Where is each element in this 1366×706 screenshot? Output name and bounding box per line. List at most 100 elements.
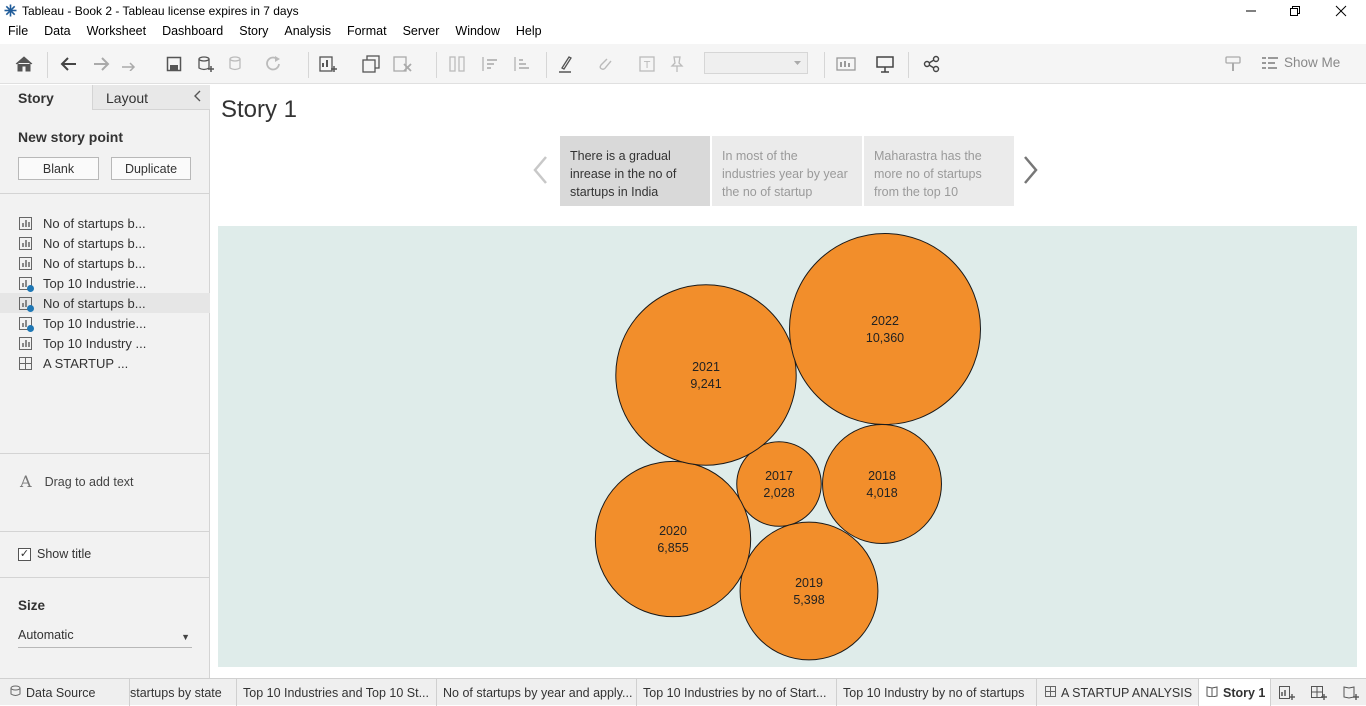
highlight-icon[interactable] [557, 54, 579, 74]
size-select[interactable]: Automatic ▼ [18, 628, 192, 648]
menu-dashboard[interactable]: Dashboard [162, 24, 223, 44]
tab-label: No of startups by year and apply... [443, 685, 633, 700]
tab-story-active[interactable]: Story 1 [1199, 679, 1271, 706]
show-cards-icon[interactable] [836, 54, 858, 74]
close-button[interactable] [1318, 0, 1364, 22]
bubble-mark[interactable] [594, 460, 752, 618]
duplicate-button[interactable]: Duplicate [111, 157, 191, 180]
pane-divider [0, 577, 210, 578]
new-data-source-icon[interactable] [195, 54, 217, 74]
tableau-logo-icon [4, 4, 17, 17]
undo-icon[interactable] [58, 54, 80, 74]
show-me-button[interactable]: Show Me [1262, 55, 1340, 70]
menu-format[interactable]: Format [347, 24, 387, 44]
tab-sheet[interactable]: Top 10 Industries by no of Start... [637, 679, 837, 706]
bubble-mark[interactable] [739, 521, 879, 661]
refresh-icon[interactable] [264, 54, 286, 74]
bubble-value-label: 5,398 [793, 593, 824, 607]
bubble-2021[interactable]: 2021 9,241 [615, 284, 797, 466]
story-title[interactable]: Story 1 [221, 96, 297, 124]
drag-to-add-text[interactable]: A Drag to add text [20, 472, 134, 491]
sheet-item[interactable]: A STARTUP ... [0, 353, 210, 373]
menu-server[interactable]: Server [403, 24, 440, 44]
bubble-2022[interactable]: 2022 10,360 [789, 233, 981, 425]
minimize-button[interactable] [1228, 0, 1274, 22]
bubble-mark[interactable] [615, 284, 797, 466]
pin-axes-icon[interactable] [666, 54, 688, 74]
new-worksheet-icon[interactable] [318, 54, 340, 74]
show-mark-labels-icon[interactable]: T [636, 54, 658, 74]
story-point-2[interactable]: In most of the industries year by year t… [712, 136, 862, 206]
tab-label: Data Source [26, 685, 96, 700]
show-title-checkbox[interactable]: ✓ Show title [18, 547, 91, 561]
bubble-mark[interactable] [822, 424, 942, 544]
tab-sheet[interactable]: Top 10 Industries and Top 10 St... [237, 679, 437, 706]
home-icon[interactable] [13, 54, 35, 74]
menu-analysis[interactable]: Analysis [284, 24, 331, 44]
duplicate-sheet-icon[interactable] [360, 54, 382, 74]
bubble-year-label: 2018 [868, 469, 896, 483]
toolbar: T Show Me [0, 44, 1366, 84]
sort-descending-icon[interactable] [510, 54, 532, 74]
new-story-tab-button[interactable] [1335, 679, 1366, 706]
worksheet-icon [19, 336, 32, 350]
presentation-mode-icon[interactable] [874, 54, 896, 74]
menu-worksheet[interactable]: Worksheet [87, 24, 147, 44]
swap-rows-columns-icon[interactable] [446, 54, 468, 74]
bubble-2019[interactable]: 2019 5,398 [739, 521, 879, 661]
tab-story[interactable]: Story [0, 85, 92, 110]
dashboard-icon [19, 356, 32, 370]
toolbar-separator [908, 52, 909, 78]
redo-icon[interactable] [90, 54, 112, 74]
previous-story-point-button[interactable] [530, 154, 550, 189]
menu-data[interactable]: Data [44, 24, 70, 44]
collapse-pane-icon[interactable] [193, 90, 201, 105]
sheet-item[interactable]: Top 10 Industry ... [0, 333, 210, 353]
tab-data-source[interactable]: Data Source [0, 679, 130, 706]
chevron-left-icon [533, 156, 547, 184]
tab-label: Top 10 Industry by no of startups [843, 685, 1025, 700]
save-icon[interactable] [163, 54, 185, 74]
tab-sheet[interactable]: startups by state [130, 679, 237, 706]
menu-window[interactable]: Window [455, 24, 499, 44]
group-members-icon[interactable] [596, 54, 618, 74]
fit-dropdown[interactable] [704, 52, 808, 74]
story-point-3[interactable]: Maharastra has the more no of startups f… [864, 136, 1014, 206]
sheet-item-label: No of startups b... [43, 215, 146, 231]
blank-button[interactable]: Blank [18, 157, 99, 180]
bubble-2020[interactable]: 2020 6,855 [594, 460, 752, 618]
bubble-year-label: 2020 [659, 524, 687, 538]
tab-label: A STARTUP ANALYSIS [1061, 685, 1193, 700]
sheet-item[interactable]: No of startups b... [0, 253, 210, 273]
sheet-item[interactable]: No of startups b... [0, 213, 210, 233]
sheet-item[interactable]: Top 10 Industrie... [0, 273, 210, 293]
bubble-2018[interactable]: 2018 4,018 [822, 424, 942, 544]
paste-icon[interactable] [120, 54, 142, 74]
tab-dashboard[interactable]: A STARTUP ANALYSIS [1037, 679, 1199, 706]
window-title: Tableau - Book 2 - Tableau license expir… [22, 4, 299, 18]
sheet-item[interactable]: Top 10 Industrie... [0, 313, 210, 333]
format-painter-icon[interactable] [1223, 54, 1245, 74]
menu-file[interactable]: File [8, 24, 28, 44]
sheet-item[interactable]: No of startups b... [0, 233, 210, 253]
new-dashboard-icon [1311, 685, 1327, 700]
tab-sheet[interactable]: No of startups by year and apply... [437, 679, 637, 706]
sheet-item-selected[interactable]: No of startups b... [0, 293, 210, 313]
restore-button[interactable] [1272, 0, 1318, 22]
clear-sheet-icon[interactable] [392, 54, 414, 74]
sheet-item-label: No of startups b... [43, 235, 146, 251]
new-dashboard-tab-button[interactable] [1303, 679, 1335, 706]
pause-auto-updates-icon[interactable] [226, 54, 248, 74]
story-point-1[interactable]: There is a gradual inrease in the no of … [560, 136, 710, 206]
menu-story[interactable]: Story [239, 24, 268, 44]
menu-help[interactable]: Help [516, 24, 542, 44]
tab-sheet[interactable]: Top 10 Industry by no of startups [837, 679, 1037, 706]
sheet-item-label: Top 10 Industrie... [43, 275, 147, 291]
pane-divider [0, 453, 210, 454]
new-worksheet-tab-button[interactable] [1271, 679, 1303, 706]
bubble-mark[interactable] [789, 233, 981, 425]
next-story-point-button[interactable] [1021, 154, 1041, 189]
sort-ascending-icon[interactable] [478, 54, 500, 74]
share-icon[interactable] [921, 54, 943, 74]
bubble-chart[interactable]: 2017 2,028 2018 4,018 2019 5,398 2020 6,855 2021… [218, 226, 1357, 667]
